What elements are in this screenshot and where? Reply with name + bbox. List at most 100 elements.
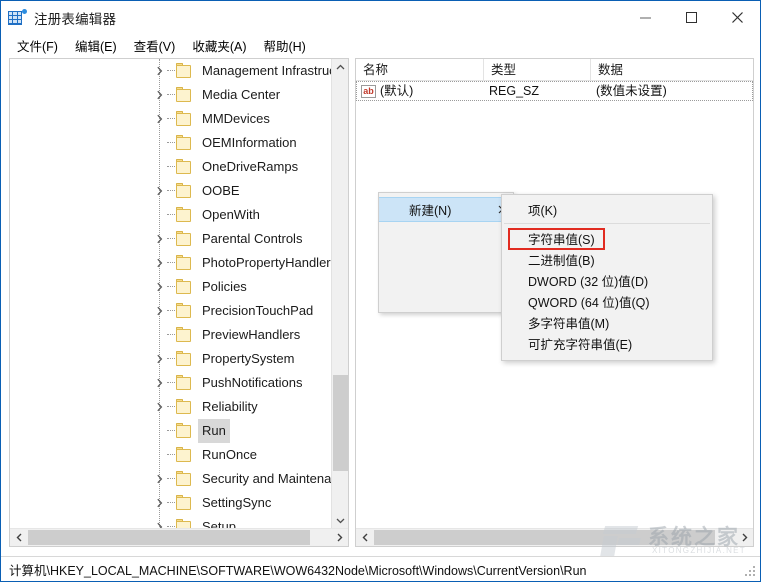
tree-item-runonce[interactable]: RunOnce bbox=[10, 443, 332, 467]
submenu-item-0[interactable]: 项(K) bbox=[502, 199, 712, 220]
registry-editor-icon bbox=[8, 8, 27, 27]
column-header-type[interactable]: 类型 bbox=[484, 59, 591, 81]
expand-arrow-icon[interactable] bbox=[152, 251, 166, 275]
expand-arrow-icon[interactable] bbox=[152, 275, 166, 299]
folder-icon bbox=[176, 423, 193, 438]
menu-edit[interactable]: 编辑(E) bbox=[67, 34, 126, 57]
tree-item-setup[interactable]: Setup bbox=[10, 515, 332, 529]
expand-arrow-icon[interactable] bbox=[152, 299, 166, 323]
maximize-button[interactable] bbox=[668, 1, 714, 34]
registry-editor-window: 注册表编辑器 文件(F) 编辑(E) 查看(V) 收藏夹(A) 帮助(H) Ma… bbox=[0, 0, 761, 582]
tree-item-security-and-maintenance[interactable]: Security and Maintenance bbox=[10, 467, 332, 491]
submenu-item-2[interactable]: 二进制值(B) bbox=[502, 249, 712, 270]
tree-item-openwith[interactable]: OpenWith bbox=[10, 203, 332, 227]
scroll-left-icon[interactable] bbox=[10, 529, 28, 546]
expand-arrow-icon[interactable] bbox=[152, 347, 166, 371]
watermark-en-text: XITONGZHIJIA.NET bbox=[652, 546, 746, 555]
tree-item-precisiontouchpad[interactable]: PrecisionTouchPad bbox=[10, 299, 332, 323]
submenu-item-4[interactable]: QWORD (64 位)值(Q) bbox=[502, 291, 712, 312]
list-scroll-right-icon[interactable] bbox=[735, 529, 753, 546]
expand-arrow-icon[interactable] bbox=[152, 467, 166, 491]
minimize-button[interactable] bbox=[622, 1, 668, 34]
tree-hscroll-thumb[interactable] bbox=[28, 530, 310, 545]
expand-arrow-icon[interactable] bbox=[152, 395, 166, 419]
folder-icon bbox=[176, 447, 193, 462]
expand-arrow-icon[interactable] bbox=[152, 515, 166, 529]
tree-item-label: OneDriveRamps bbox=[202, 159, 299, 174]
expand-arrow-icon[interactable] bbox=[152, 83, 166, 107]
context-menu-item-new-label: 新建(N) bbox=[409, 204, 452, 218]
value-data: (数值未设置) bbox=[596, 84, 667, 98]
folder-icon bbox=[176, 135, 193, 150]
tree-item-oeminformation[interactable]: OEMInformation bbox=[10, 131, 332, 155]
menu-file[interactable]: 文件(F) bbox=[9, 34, 67, 57]
submenu-item-label: 字符串值(S) bbox=[528, 233, 595, 247]
folder-icon bbox=[176, 183, 193, 198]
tree-horizontal-scrollbar[interactable] bbox=[10, 528, 348, 546]
expand-arrow-icon[interactable] bbox=[152, 491, 166, 515]
tree-item-label: Policies bbox=[202, 279, 247, 294]
folder-icon bbox=[176, 159, 193, 174]
registry-tree[interactable]: Management Infrastructure Media Center MMD… bbox=[10, 59, 332, 529]
tree-item-previewhandlers[interactable]: PreviewHandlers bbox=[10, 323, 332, 347]
tree-item-media-center[interactable]: Media Center bbox=[10, 83, 332, 107]
tree-item-parental-controls[interactable]: Parental Controls bbox=[10, 227, 332, 251]
tree-item-settingsync[interactable]: SettingSync bbox=[10, 491, 332, 515]
close-button[interactable] bbox=[714, 1, 760, 34]
folder-icon bbox=[176, 207, 193, 222]
menu-view[interactable]: 查看(V) bbox=[126, 34, 185, 57]
tree-scrollbar-thumb[interactable] bbox=[333, 375, 348, 471]
tree-item-pushnotifications[interactable]: PushNotifications bbox=[10, 371, 332, 395]
tree-vertical-scrollbar[interactable] bbox=[331, 59, 348, 529]
context-menu-item-new[interactable]: 新建(N) bbox=[379, 197, 513, 222]
tree-item-label: MMDevices bbox=[202, 111, 270, 126]
scroll-down-icon[interactable] bbox=[332, 512, 348, 529]
tree-item-onedriveramps[interactable]: OneDriveRamps bbox=[10, 155, 332, 179]
expand-arrow-icon[interactable] bbox=[152, 107, 166, 131]
tree-item-policies[interactable]: Policies bbox=[10, 275, 332, 299]
folder-icon bbox=[176, 471, 193, 486]
registry-path-text: 计算机\HKEY_LOCAL_MACHINE\SOFTWARE\WOW6432N… bbox=[9, 563, 587, 578]
expand-arrow-icon[interactable] bbox=[152, 227, 166, 251]
tree-item-management-infrastructure[interactable]: Management Infrastructure bbox=[10, 59, 332, 83]
tree-item-reliability[interactable]: Reliability bbox=[10, 395, 332, 419]
expand-arrow-icon[interactable] bbox=[152, 371, 166, 395]
folder-icon bbox=[176, 231, 193, 246]
list-scroll-left-icon[interactable] bbox=[356, 529, 374, 546]
submenu-item-label: 项(K) bbox=[528, 204, 558, 218]
tree-item-label: SettingSync bbox=[202, 495, 272, 510]
registry-value-rows: ab (默认) REG_SZ (数值未设置) bbox=[356, 81, 753, 101]
submenu-item-5[interactable]: 多字符串值(M) bbox=[502, 312, 712, 333]
submenu-item-6[interactable]: 可扩充字符串值(E) bbox=[502, 333, 712, 354]
folder-icon bbox=[176, 351, 193, 366]
tree-item-run[interactable]: Run bbox=[10, 419, 332, 443]
scroll-right-icon[interactable] bbox=[330, 529, 348, 546]
tree-item-propertysystem[interactable]: PropertySystem bbox=[10, 347, 332, 371]
list-hscroll-thumb[interactable] bbox=[374, 530, 715, 545]
title-bar: 注册表编辑器 bbox=[1, 1, 760, 34]
list-horizontal-scrollbar[interactable] bbox=[356, 528, 753, 546]
tree-item-label: Management Infrastructure bbox=[202, 63, 332, 78]
column-header-name[interactable]: 名称 bbox=[356, 59, 484, 81]
scroll-up-icon[interactable] bbox=[332, 59, 348, 76]
column-header-data[interactable]: 数据 bbox=[591, 59, 753, 81]
tree-row-list: Management Infrastructure Media Center MMD… bbox=[10, 59, 332, 529]
status-bar: 计算机\HKEY_LOCAL_MACHINE\SOFTWARE\WOW6432N… bbox=[1, 556, 760, 581]
submenu-item-label: 可扩充字符串值(E) bbox=[528, 338, 633, 352]
resize-grip[interactable] bbox=[745, 566, 757, 578]
submenu-item-1[interactable]: 字符串值(S) bbox=[502, 228, 712, 249]
submenu-item-3[interactable]: DWORD (32 位)值(D) bbox=[502, 270, 712, 291]
expand-arrow-icon[interactable] bbox=[152, 179, 166, 203]
menu-help[interactable]: 帮助(H) bbox=[255, 34, 314, 57]
submenu-item-label: 多字符串值(M) bbox=[528, 317, 610, 331]
registry-value-row[interactable]: ab (默认) REG_SZ (数值未设置) bbox=[356, 81, 753, 101]
tree-item-label: Setup bbox=[202, 519, 236, 529]
folder-icon bbox=[176, 111, 193, 126]
tree-item-photopropertyhandler[interactable]: PhotoPropertyHandler bbox=[10, 251, 332, 275]
expand-arrow-icon[interactable] bbox=[152, 59, 166, 83]
tree-item-oobe[interactable]: OOBE bbox=[10, 179, 332, 203]
menu-favorites[interactable]: 收藏夹(A) bbox=[184, 34, 255, 57]
folder-icon bbox=[176, 375, 193, 390]
tree-item-label: PreviewHandlers bbox=[202, 327, 301, 342]
tree-item-mmdevices[interactable]: MMDevices bbox=[10, 107, 332, 131]
